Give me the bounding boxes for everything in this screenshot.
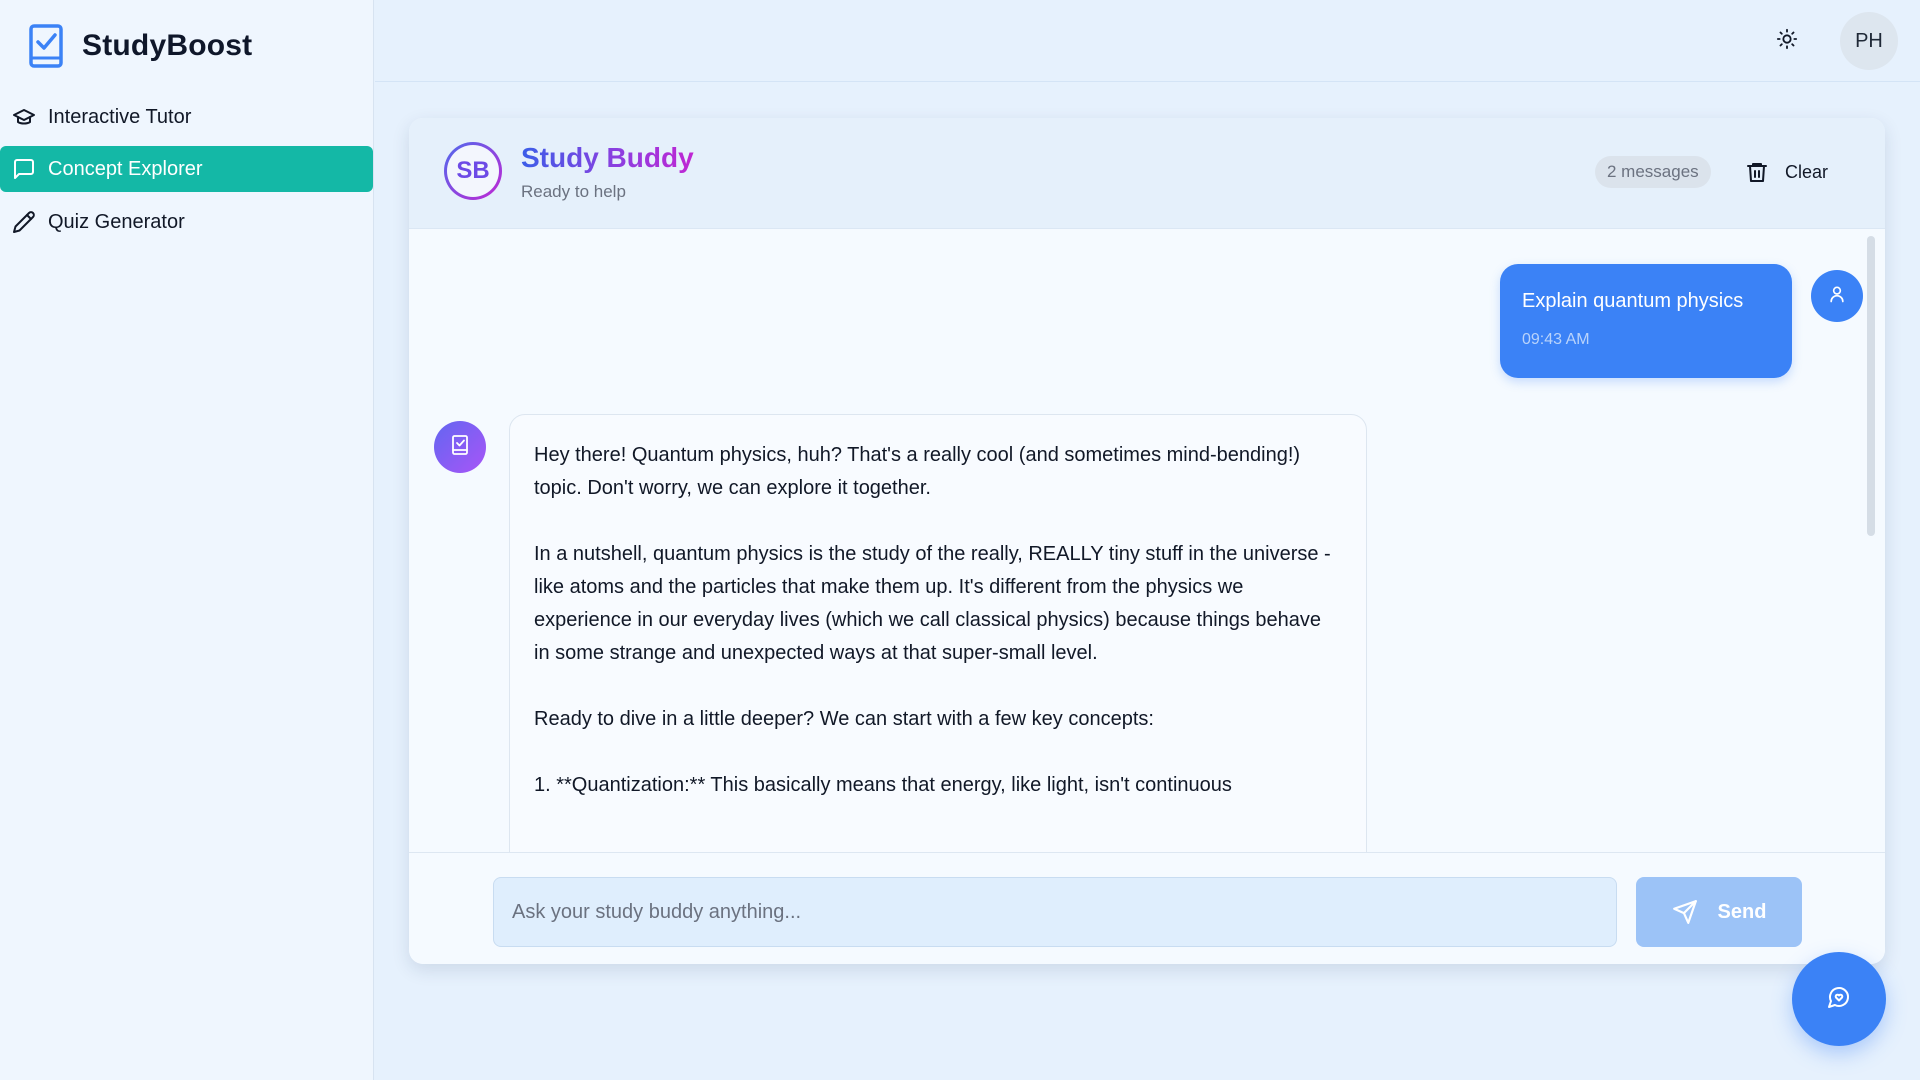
user-message-avatar <box>1811 270 1863 322</box>
assistant-message-avatar <box>434 421 486 473</box>
assistant-message: Hey there! Quantum physics, huh? That's … <box>509 414 1367 852</box>
bot-name: Study Buddy <box>521 142 694 173</box>
sidebar: StudyBoost Interactive Tutor Concept Exp… <box>0 0 374 1080</box>
clear-label: Clear <box>1785 161 1829 182</box>
brand[interactable]: StudyBoost <box>26 22 252 70</box>
clear-chat-button[interactable]: Clear <box>1745 154 1828 190</box>
chat-header: SB Study Buddy Ready to help 2 messages … <box>409 118 1885 229</box>
checklist-book-icon <box>26 22 66 70</box>
chat-panel: SB Study Buddy Ready to help 2 messages … <box>409 118 1885 964</box>
send-button[interactable]: Send <box>1636 877 1802 947</box>
sidebar-item-label: Quiz Generator <box>48 210 185 233</box>
bot-status: Ready to help <box>521 182 626 201</box>
sidebar-item-concept-explorer[interactable]: Concept Explorer <box>0 146 373 192</box>
assistant-paragraph: 1. **Quantization:** This basically mean… <box>534 774 1232 796</box>
user-icon <box>1827 284 1847 309</box>
sidebar-item-label: Interactive Tutor <box>48 105 192 128</box>
graduation-cap-icon <box>12 105 36 129</box>
bot-avatar: SB <box>444 142 502 200</box>
sidebar-item-quiz-generator[interactable]: Quiz Generator <box>0 199 373 245</box>
assistant-paragraph: Ready to dive in a little deeper? We can… <box>534 708 1154 730</box>
user-message-time: 09:43 AM <box>1522 331 1590 348</box>
user-message: Explain quantum physics 09:43 AM <box>1500 264 1792 378</box>
theme-toggle-button[interactable] <box>1771 22 1803 60</box>
message-list-scrollbar[interactable] <box>1867 236 1875 536</box>
top-bar <box>375 0 1920 82</box>
sidebar-item-interactive-tutor[interactable]: Interactive Tutor <box>0 94 373 140</box>
user-message-text: Explain quantum physics <box>1522 290 1744 312</box>
assistant-paragraph: In a nutshell, quantum physics is the st… <box>534 543 1331 664</box>
user-avatar[interactable]: PH <box>1840 12 1898 70</box>
send-icon <box>1672 899 1698 925</box>
message-list[interactable]: Explain quantum physics 09:43 AM Hey the… <box>409 230 1885 852</box>
send-label: Send <box>1717 900 1767 923</box>
message-count-badge: 2 messages <box>1595 156 1711 188</box>
message-heart-icon <box>1827 985 1851 1014</box>
message-square-icon <box>12 157 36 181</box>
app-name: StudyBoost <box>82 29 253 62</box>
checklist-book-icon <box>450 434 470 461</box>
bot-initials: SB <box>447 145 499 197</box>
sun-icon <box>1776 28 1798 55</box>
pencil-icon <box>12 210 36 234</box>
assistant-paragraph: Hey there! Quantum physics, huh? That's … <box>534 444 1301 499</box>
sidebar-item-label: Concept Explorer <box>48 157 203 180</box>
trash-icon <box>1745 160 1769 184</box>
composer: Send <box>409 852 1885 964</box>
chat-fab-button[interactable] <box>1792 952 1886 1046</box>
chat-input[interactable] <box>493 877 1617 947</box>
